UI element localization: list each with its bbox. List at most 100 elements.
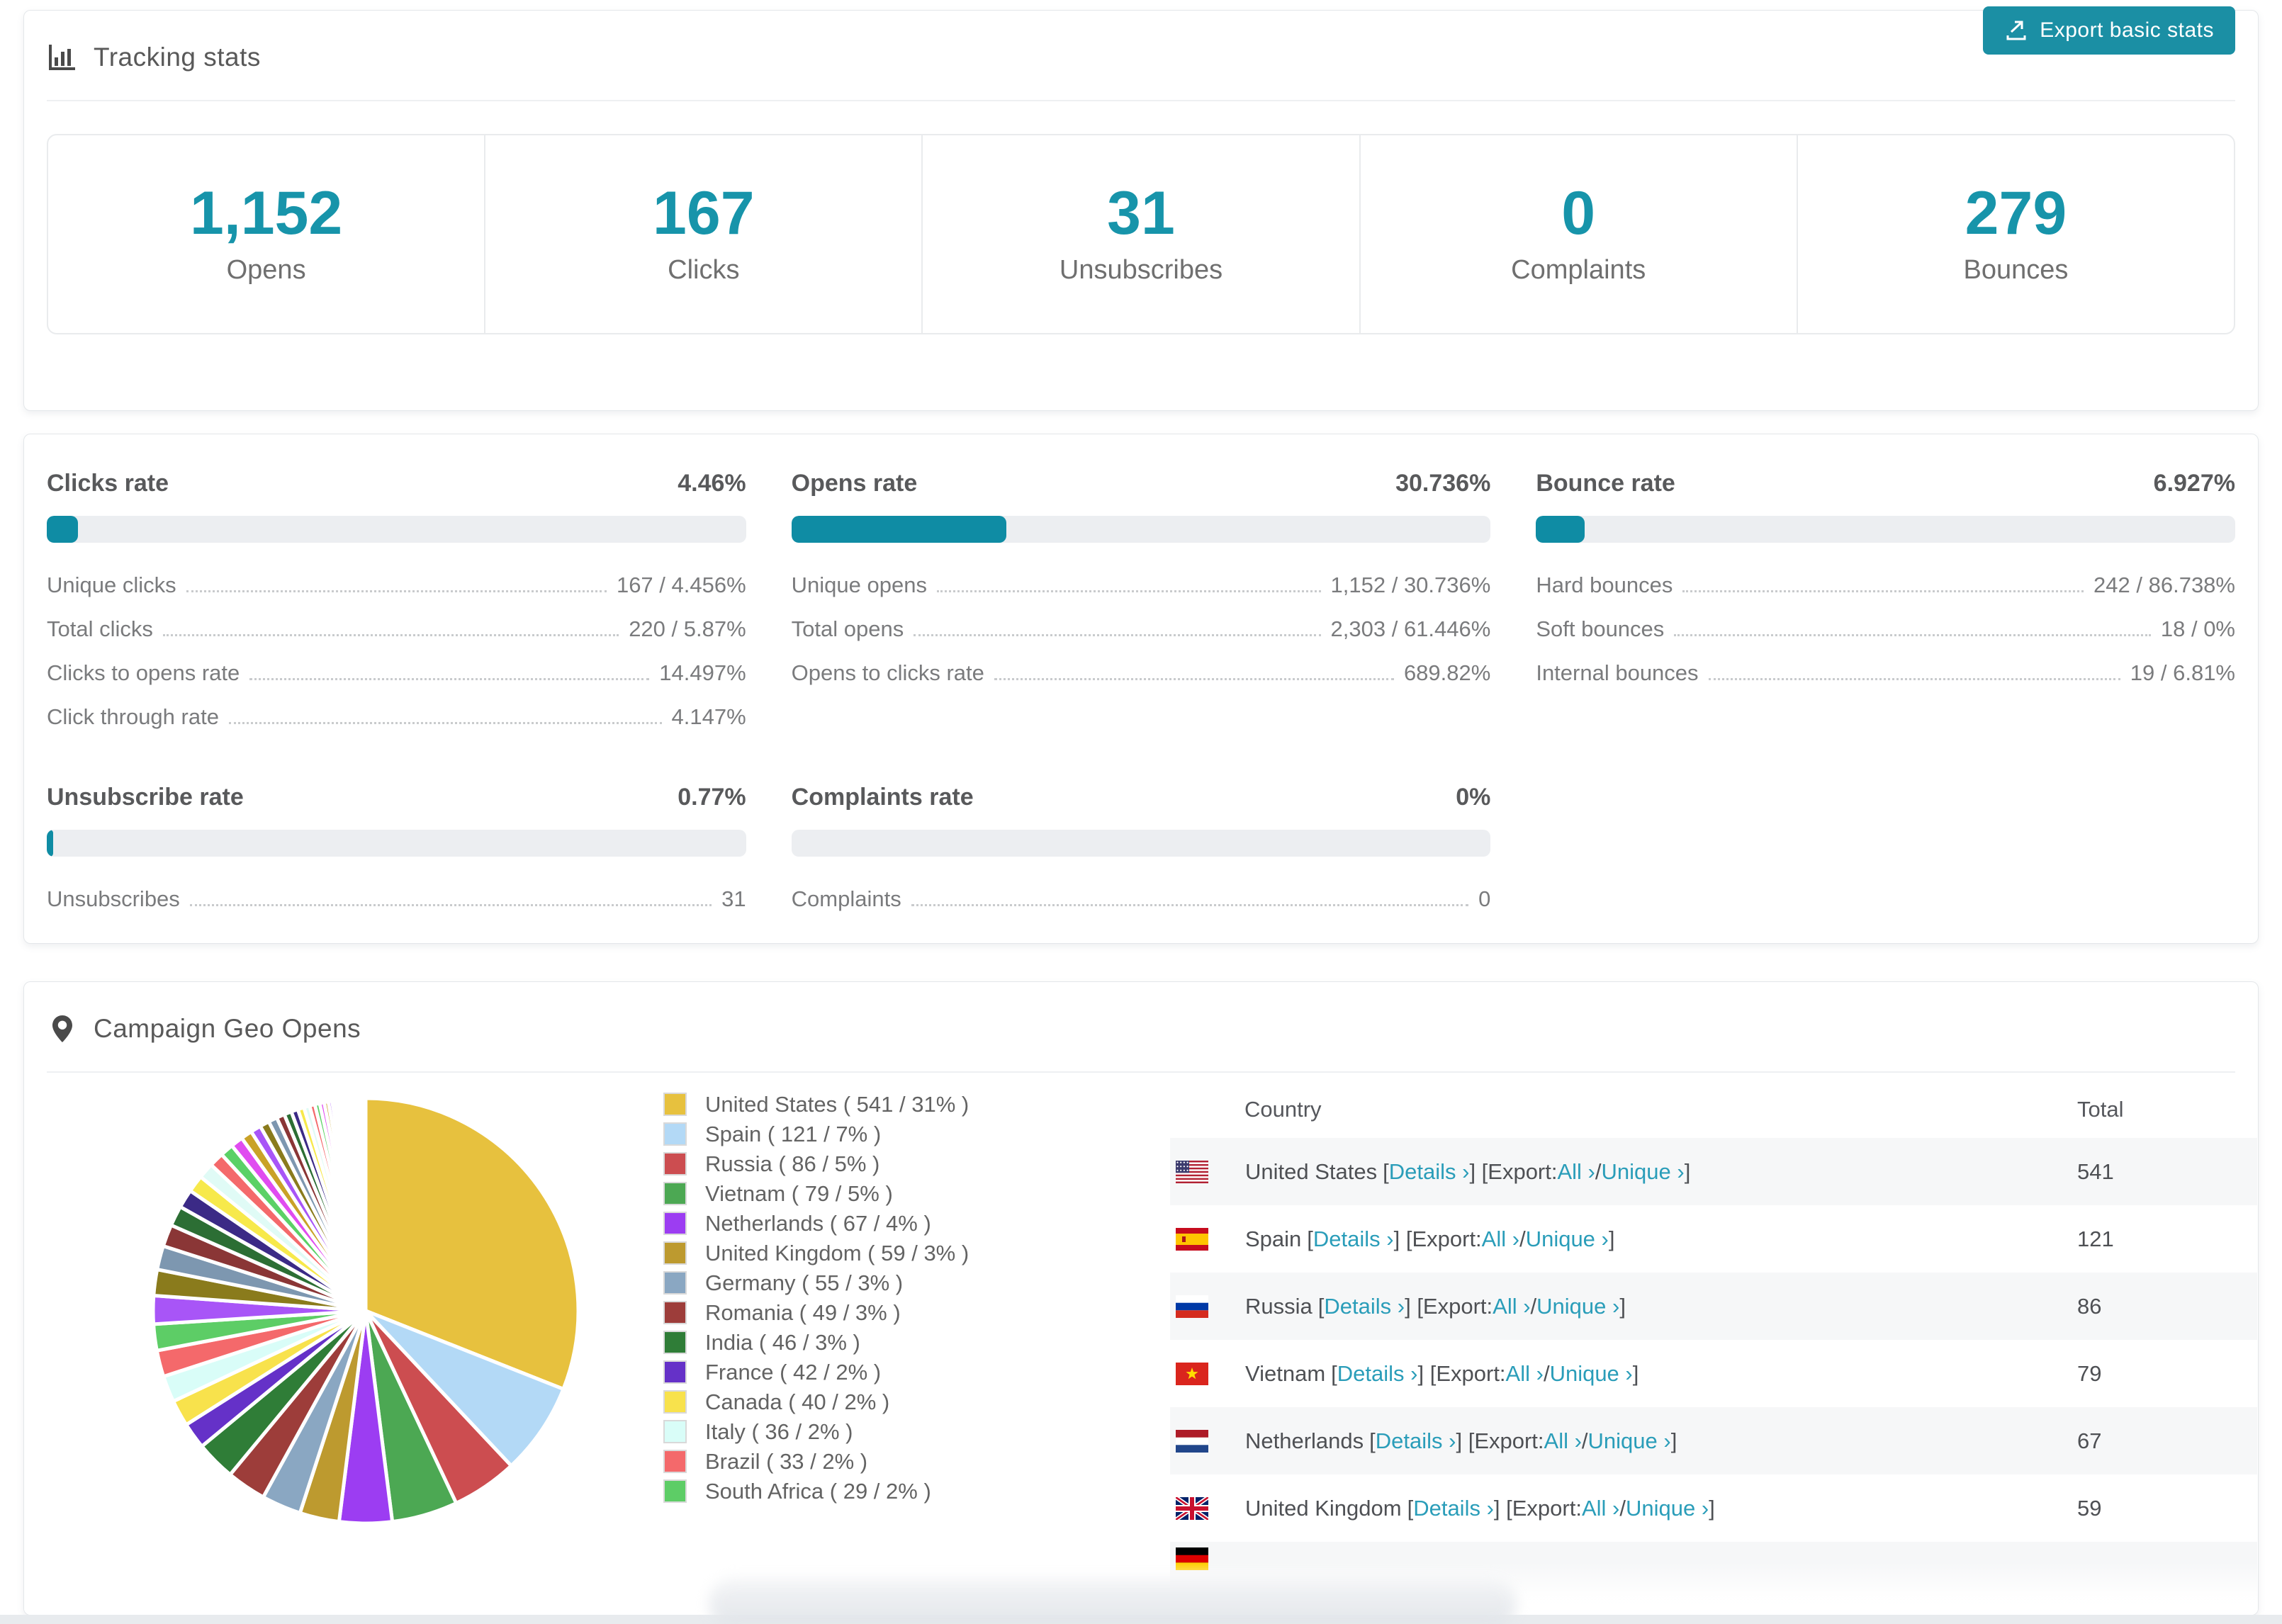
dotted-leader (186, 590, 607, 592)
legend-item: Spain ( 121 / 7% ) (663, 1122, 969, 1146)
stat-value: 167 (653, 179, 755, 247)
rate-block: Unsubscribe rate 0.77% Unsubscribes 31 (47, 784, 746, 912)
export-unique-link[interactable]: Unique › (1602, 1159, 1685, 1185)
export-unique-link[interactable]: Unique › (1550, 1361, 1633, 1387)
rate-detail-row: Complaints 0 (792, 886, 1491, 912)
export-all-link[interactable]: All › (1582, 1496, 1619, 1521)
rate-detail-list: Complaints 0 (792, 886, 1491, 912)
rate-percentage: 0.77% (678, 784, 746, 811)
rate-block: Clicks rate 4.46% Unique clicks 167 / 4.… (47, 470, 746, 730)
country-name: Russia (1245, 1293, 1313, 1319)
rate-detail-row: Soft bounces 18 / 0% (1536, 616, 2235, 642)
rate-detail-value: 0 (1478, 886, 1491, 911)
export-all-link[interactable]: All › (1557, 1159, 1595, 1185)
legend-item: Russia ( 86 / 5% ) (663, 1151, 969, 1176)
rate-detail-list: Unique opens 1,152 / 30.736% Total opens… (792, 573, 1491, 686)
legend-label: United States ( 541 / 31% ) (705, 1091, 969, 1117)
progress-bar-fill (47, 516, 78, 543)
details-link[interactable]: Details › (1337, 1361, 1418, 1387)
legend-color-swatch (663, 1450, 687, 1473)
rate-detail-label: Click through rate (47, 704, 219, 729)
geo-legend: United States ( 541 / 31% ) Spain ( 121 … (663, 1091, 969, 1509)
bar-chart-icon (47, 42, 78, 73)
country-total: 59 (2077, 1495, 2102, 1521)
rate-detail-value: 18 / 0% (2160, 616, 2235, 641)
export-all-link[interactable]: All › (1544, 1428, 1582, 1454)
legend-item: India ( 46 / 3% ) (663, 1329, 969, 1355)
rates-grid: Clicks rate 4.46% Unique clicks 167 / 4.… (24, 434, 2258, 912)
details-link[interactable]: Details › (1313, 1227, 1394, 1252)
country-flag (1176, 1362, 1208, 1385)
stat-label: Complaints (1511, 255, 1646, 285)
rate-title: Opens rate (791, 470, 918, 497)
rate-percentage: 4.46% (678, 470, 746, 497)
export-all-link[interactable]: All › (1506, 1361, 1544, 1387)
total-column-header: Total (2077, 1097, 2124, 1122)
country-total: 79 (2077, 1360, 2102, 1386)
details-link[interactable]: Details › (1376, 1428, 1456, 1454)
country-name: Spain (1245, 1226, 1302, 1251)
page-title: Tracking stats (94, 43, 261, 72)
details-link[interactable]: Details › (1389, 1159, 1470, 1185)
country-total: 121 (2077, 1226, 2114, 1251)
tracking-stats-panel: Tracking stats Export basic stats 1,152 … (23, 6, 2259, 411)
details-link[interactable]: Details › (1324, 1294, 1405, 1319)
country-flag (1176, 1496, 1208, 1520)
rate-detail-row: Internal bounces 19 / 6.81% (1536, 660, 2235, 686)
rate-detail-label: Total opens (791, 616, 904, 641)
blurred-scrollbar-artifact (709, 1579, 1517, 1624)
rate-percentage: 0% (1456, 784, 1491, 811)
legend-label: France ( 42 / 2% ) (705, 1359, 882, 1385)
export-unique-link[interactable]: Unique › (1588, 1428, 1671, 1454)
rate-detail-value: 2,303 / 61.446% (1330, 616, 1491, 641)
geo-header: Campaign Geo Opens (47, 982, 2235, 1073)
rate-detail-row: Total opens 2,303 / 61.446% (792, 616, 1491, 642)
export-all-link[interactable]: All › (1482, 1227, 1519, 1252)
progress-bar-track (1536, 516, 2235, 543)
rate-detail-label: Soft bounces (1536, 616, 1665, 641)
rate-percentage: 6.927% (2153, 470, 2235, 497)
stat-card: 1,152 Opens (48, 135, 484, 333)
legend-color-swatch (663, 1241, 687, 1265)
stat-card: 167 Clicks (484, 135, 921, 333)
table-row: Vietnam [Details ›] [Export: All › / Uni… (1170, 1340, 2257, 1407)
dotted-leader (911, 904, 1469, 906)
country-flag (1176, 1295, 1208, 1318)
export-unique-link[interactable]: Unique › (1626, 1496, 1709, 1521)
rate-detail-value: 4.147% (671, 704, 746, 729)
rate-detail-list: Unsubscribes 31 (47, 886, 746, 912)
legend-item: Vietnam ( 79 / 5% ) (663, 1180, 969, 1206)
dotted-leader (228, 722, 662, 724)
country-flag (1176, 1429, 1208, 1453)
legend-label: Vietnam ( 79 / 5% ) (705, 1180, 893, 1206)
stat-value: 31 (1107, 179, 1175, 247)
tracking-stats-header: Tracking stats Export basic stats (47, 6, 2235, 101)
dotted-leader (249, 678, 650, 680)
table-row: United States [Details ›] [Export: All ›… (1170, 1138, 2257, 1205)
progress-bar-fill (1536, 516, 1585, 543)
details-link[interactable]: Details › (1413, 1496, 1494, 1521)
dotted-leader (994, 678, 1394, 680)
map-pin-icon (47, 1013, 78, 1044)
export-unique-link[interactable]: Unique › (1526, 1227, 1609, 1252)
legend-item: United States ( 541 / 31% ) (663, 1091, 969, 1117)
country-total: 86 (2077, 1293, 2102, 1319)
rate-block: Bounce rate 6.927% Hard bounces 242 / 86… (1536, 470, 2235, 730)
rate-detail-label: Hard bounces (1536, 573, 1673, 597)
rate-title: Unsubscribe rate (47, 784, 244, 811)
rates-panel: Clicks rate 4.46% Unique clicks 167 / 4.… (23, 434, 2259, 944)
export-unique-link[interactable]: Unique › (1536, 1294, 1619, 1319)
country-total: 67 (2077, 1428, 2102, 1453)
country-total: 541 (2077, 1158, 2114, 1184)
geo-table-header: Country Total (1170, 1081, 2257, 1138)
rate-detail-row: Hard bounces 242 / 86.738% (1536, 573, 2235, 598)
legend-color-swatch (663, 1331, 687, 1354)
legend-label: India ( 46 / 3% ) (705, 1329, 860, 1355)
rate-detail-row: Unique clicks 167 / 4.456% (47, 573, 746, 598)
dotted-leader (1708, 678, 2120, 680)
rate-detail-value: 31 (721, 886, 746, 911)
export-all-link[interactable]: All › (1493, 1294, 1530, 1319)
legend-color-swatch (663, 1390, 687, 1414)
rate-detail-list: Unique clicks 167 / 4.456% Total clicks … (47, 573, 746, 730)
export-basic-stats-button[interactable]: Export basic stats (1983, 6, 2235, 55)
